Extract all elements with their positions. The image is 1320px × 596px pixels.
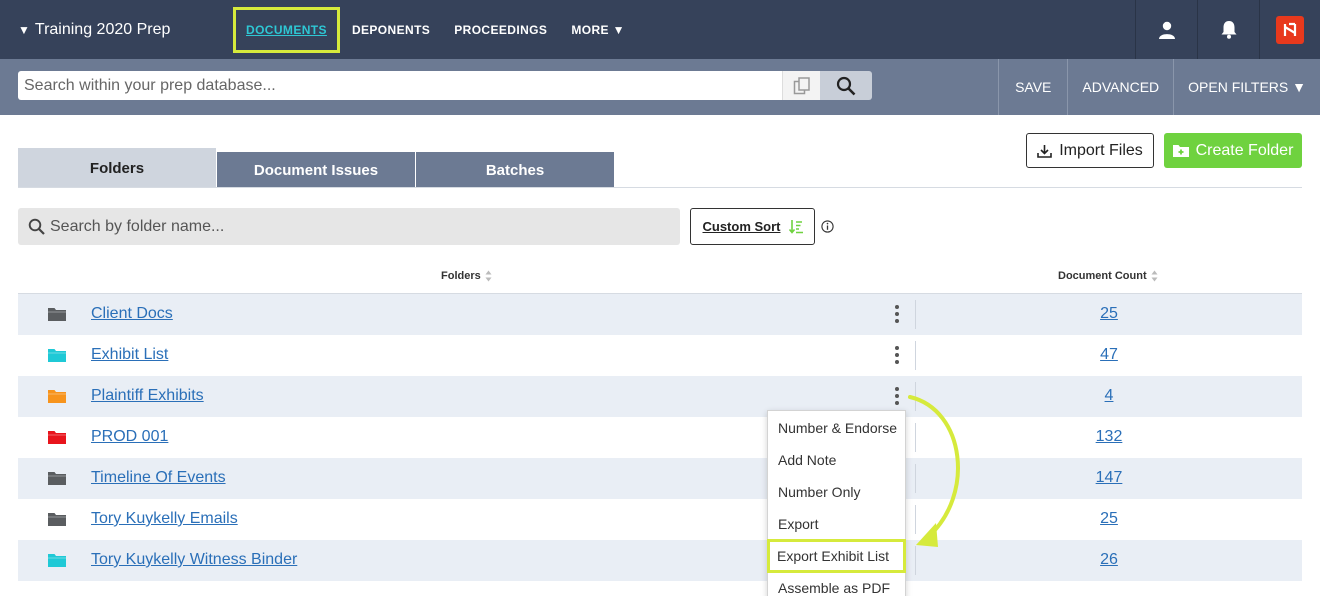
more-options-icon[interactable] <box>892 387 902 405</box>
tab-document-issues[interactable]: Document Issues <box>217 152 416 188</box>
table-row: Client Docs 25 <box>18 294 1302 335</box>
column-divider <box>915 464 916 493</box>
folder-plus-icon <box>1172 145 1189 157</box>
custom-sort-button[interactable]: Custom Sort <box>690 208 815 245</box>
table-row: Exhibit List 47 <box>18 335 1302 376</box>
document-count-link[interactable]: 26 <box>1058 551 1160 569</box>
folder-icon <box>48 513 66 526</box>
nav-proceedings[interactable]: PROCEEDINGS <box>454 23 547 37</box>
document-count-link[interactable]: 25 <box>1058 510 1160 528</box>
notifications-button[interactable] <box>1197 0 1259 59</box>
folder-search <box>18 208 680 245</box>
column-divider <box>915 382 916 411</box>
folder-icon <box>48 472 66 485</box>
folder-name-link[interactable]: Plaintiff Exhibits <box>91 387 204 405</box>
custom-sort-label: Custom Sort <box>702 219 781 234</box>
folder-name-link[interactable]: PROD 001 <box>91 428 168 446</box>
menu-item-number-endorse[interactable]: Number & Endorse <box>768 412 905 444</box>
open-filters-button[interactable]: OPEN FILTERS ▼ <box>1173 59 1320 115</box>
column-divider <box>915 546 916 575</box>
search-button[interactable] <box>820 71 872 100</box>
nav-documents[interactable]: DOCUMENTS <box>233 7 340 53</box>
folder-name-link[interactable]: Tory Kuykelly Emails <box>91 510 238 528</box>
column-divider <box>915 341 916 370</box>
table-row: Tory Kuykelly Emails 25 <box>18 499 1302 540</box>
folder-name-link[interactable]: Client Docs <box>91 305 173 323</box>
menu-item-assemble-pdf[interactable]: Assemble as PDF <box>768 572 905 596</box>
sort-arrows-icon <box>485 270 492 282</box>
more-options-icon[interactable] <box>892 346 902 364</box>
info-icon[interactable] <box>821 220 834 233</box>
document-count-link[interactable]: 132 <box>1058 428 1160 446</box>
nav-more[interactable]: MORE ▼ <box>571 23 625 37</box>
folder-icon <box>48 349 66 362</box>
menu-item-number-only[interactable]: Number Only <box>768 476 905 508</box>
database-search-input[interactable] <box>18 71 782 100</box>
nav-deponents[interactable]: DEPONENTS <box>352 23 430 37</box>
table-row: Timeline Of Events 147 <box>18 458 1302 499</box>
user-button[interactable] <box>1135 0 1197 59</box>
app-logo-icon <box>1276 15 1304 44</box>
caret-down-icon: ▼ <box>18 22 30 37</box>
folder-icon <box>48 554 66 567</box>
folder-name-link[interactable]: Timeline Of Events <box>91 469 226 487</box>
sort-arrows-icon <box>1151 270 1158 282</box>
create-folder-button[interactable]: Create Folder <box>1164 133 1302 168</box>
column-header-folders[interactable]: Folders <box>441 270 492 282</box>
tab-batches[interactable]: Batches <box>416 152 615 188</box>
tab-divider <box>18 187 1302 188</box>
project-selector[interactable]: ▼ Training 2020 Prep <box>18 0 170 59</box>
table-row: Tory Kuykelly Witness Binder 26 <box>18 540 1302 581</box>
app-menu-button[interactable] <box>1259 0 1320 59</box>
menu-item-export-exhibit-list[interactable]: Export Exhibit List <box>767 539 906 573</box>
save-button[interactable]: SAVE <box>998 59 1067 115</box>
import-files-button[interactable]: Import Files <box>1026 133 1154 168</box>
folder-search-input[interactable] <box>50 208 670 245</box>
folder-icon <box>48 431 66 444</box>
search-icon <box>28 218 45 235</box>
project-title: Training 2020 Prep <box>34 20 171 38</box>
user-icon <box>1158 21 1175 39</box>
create-folder-label: Create Folder <box>1195 141 1294 159</box>
document-count-link[interactable]: 47 <box>1058 346 1160 364</box>
search-icon <box>836 76 856 95</box>
top-nav: ▼ Training 2020 Prep DOCUMENTS DEPONENTS… <box>0 0 1320 59</box>
document-count-link[interactable]: 147 <box>1058 469 1160 487</box>
sort-icon <box>788 220 803 234</box>
copy-search-button[interactable] <box>782 71 820 100</box>
nav-icons <box>1135 0 1320 59</box>
more-options-icon[interactable] <box>892 305 902 323</box>
import-files-label: Import Files <box>1059 141 1143 159</box>
folder-icon <box>48 308 66 321</box>
menu-item-export[interactable]: Export <box>768 508 905 540</box>
tab-folders[interactable]: Folders <box>18 148 217 188</box>
document-count-link[interactable]: 4 <box>1058 387 1160 405</box>
folder-icon <box>48 390 66 403</box>
column-divider <box>915 300 916 329</box>
search-bar-row: SAVE ADVANCED OPEN FILTERS ▼ <box>0 59 1320 115</box>
copy-icon <box>793 76 810 94</box>
column-header-document-count[interactable]: Document Count <box>1058 270 1158 282</box>
table-row: Plaintiff Exhibits 4 <box>18 376 1302 417</box>
search-actions: SAVE ADVANCED OPEN FILTERS ▼ <box>998 59 1320 115</box>
folder-context-menu: Number & Endorse Add Note Number Only Ex… <box>767 410 906 596</box>
download-icon <box>1037 144 1053 158</box>
bell-icon <box>1221 21 1236 39</box>
menu-item-add-note[interactable]: Add Note <box>768 444 905 476</box>
column-divider <box>915 423 916 452</box>
nav-links: DOCUMENTS DEPONENTS PROCEEDINGS MORE ▼ <box>233 7 649 53</box>
folder-name-link[interactable]: Exhibit List <box>91 346 168 364</box>
column-header-folders-label: Folders <box>441 270 481 282</box>
advanced-button[interactable]: ADVANCED <box>1067 59 1173 115</box>
column-divider <box>915 505 916 534</box>
view-tabs: Folders Document Issues Batches <box>18 148 615 188</box>
table-row: PROD 001 132 <box>18 417 1302 458</box>
folder-name-link[interactable]: Tory Kuykelly Witness Binder <box>91 551 297 569</box>
document-count-link[interactable]: 25 <box>1058 305 1160 323</box>
column-header-count-label: Document Count <box>1058 270 1147 282</box>
